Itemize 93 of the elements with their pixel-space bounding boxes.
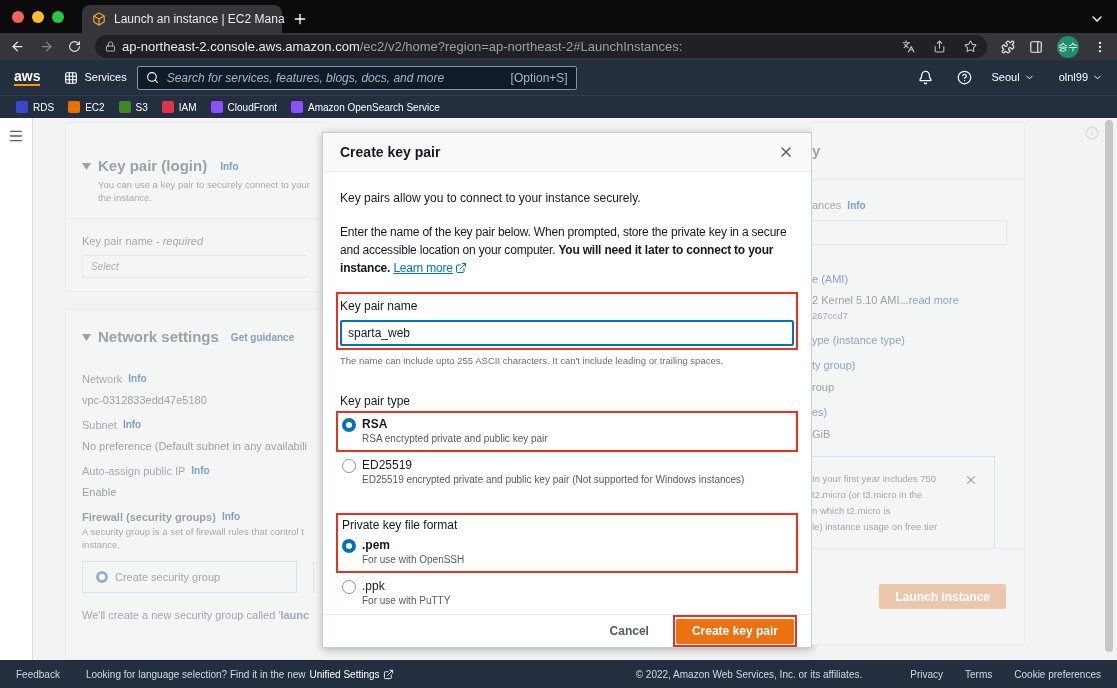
field-label: ances (812, 198, 842, 213)
field-label: Key pair name - required (82, 233, 204, 249)
search-icon (145, 71, 159, 84)
services-button[interactable]: Services (64, 69, 127, 86)
extensions-icon[interactable] (1001, 39, 1015, 54)
feedback-link[interactable]: Feedback (16, 666, 60, 682)
grid-icon (64, 70, 79, 85)
summary-value: 2 Kernel 5.10 AMI... (812, 293, 909, 308)
option-label: ED25519 (362, 457, 414, 473)
instances-input[interactable] (812, 219, 1007, 245)
field-label: Auto-assign public IP (82, 463, 186, 479)
side-panel-icon[interactable] (1029, 39, 1043, 54)
summary-value: GiB (812, 426, 831, 442)
external-link-icon (454, 262, 467, 275)
favorite-link[interactable]: EC2 (68, 99, 105, 115)
alert-text: t2.micro (or t3.micro in the (812, 488, 923, 503)
summary-value: 267ccd7 (812, 308, 848, 323)
option-label: .ppk (362, 578, 386, 594)
account-menu[interactable]: olnl99 (1058, 69, 1103, 86)
dialog-title: Create key pair (340, 142, 442, 162)
back-icon[interactable] (10, 39, 25, 54)
option-description: For use with PuTTY (362, 593, 451, 608)
section-title: Key pair (login) (98, 156, 208, 176)
option-description: RSA encrypted private and public key pair (362, 431, 548, 446)
intro-text: Key pairs allow you to connect to your instance securely. (340, 190, 642, 208)
field-value: vpc-0312833edd47e5180 (82, 393, 207, 408)
favorite-link[interactable]: IAM (161, 99, 197, 115)
learn-more-link[interactable]: Learn more (393, 259, 467, 278)
shortcut-hint: [Option+S] (510, 69, 568, 87)
radio-button[interactable] (342, 458, 356, 473)
address-bar[interactable]: ap-northeast-2.console.aws.amazon.com/ec2/v2/home?region=ap-northeast-2#LaunchInstances: (95, 35, 987, 58)
reload-icon[interactable] (68, 40, 81, 53)
favorite-link[interactable]: Amazon OpenSearch Service (291, 99, 440, 115)
url-text: ap-northeast-2.console.aws.amazon.com/ec2/v2/home?region=ap-northeast-2#LaunchInstances: (122, 37, 683, 56)
scrollbar-thumb[interactable] (1105, 120, 1113, 652)
option-label: .pem (362, 537, 391, 553)
section-description: the instance. (98, 190, 152, 204)
close-window-icon[interactable] (12, 10, 24, 23)
field-hint: The name can include upto 255 ASCII characters. It can't include leading or trailing spaces. (340, 354, 725, 369)
radio-button[interactable] (96, 571, 108, 583)
minimize-window-icon[interactable] (32, 10, 44, 23)
field-label: Network (82, 371, 123, 387)
bookmark-star-icon[interactable] (964, 40, 977, 53)
radio-button[interactable] (342, 538, 356, 553)
region-menu[interactable]: Seoul (991, 69, 1035, 86)
lock-icon (105, 41, 116, 52)
favorite-link[interactable]: CloudFront (210, 99, 278, 115)
section-description: You can use a key pair to securely connect to your (98, 177, 310, 191)
external-link-icon (382, 668, 394, 680)
field-label: Key pair type (340, 392, 412, 410)
field-label: Key pair name (340, 298, 419, 316)
option-description: ED25519 encrypted private and public key pair (Not supported for Windows instances) (362, 472, 745, 487)
notifications-icon[interactable] (917, 70, 933, 85)
box-icon (92, 12, 106, 26)
menu-icon[interactable] (8, 128, 24, 144)
field-note: We'll create a new security group called 'launc (82, 608, 310, 623)
instructions-text: Enter the name of the key pair below. When prompted, store the private key in a secure and accessible location on your computer. You will need it later to connect to your instance. Learn more (340, 224, 788, 278)
radio-button[interactable] (342, 417, 356, 432)
copyright-text: © 2022, Amazon Web Services, Inc. or its affiliates. (635, 667, 863, 682)
section-title: y (812, 140, 821, 161)
alert-text: le) instance usage on free tier (812, 520, 938, 535)
help-icon[interactable] (956, 70, 972, 85)
footer-link[interactable]: Cookie preferences (1014, 666, 1101, 682)
field-description: instance. (82, 538, 121, 551)
profile-avatar[interactable]: 승수 (1057, 35, 1079, 58)
alert-text: n which t2.micro is (812, 504, 891, 519)
aws-logo[interactable]: aws (14, 69, 41, 86)
favorite-link[interactable]: RDS (16, 99, 55, 115)
search-field[interactable]: Search for services, features, blogs, docs, and more [Option+S] (136, 65, 577, 90)
maximize-window-icon[interactable] (52, 10, 64, 23)
option-description: For use with OpenSSH (362, 552, 465, 567)
summary-value: roup (812, 379, 835, 395)
field-value: No preference (Default subnet in any availabili (82, 439, 308, 454)
unified-settings-link[interactable]: Unified Settings (309, 666, 394, 682)
favorite-link[interactable]: S3 (118, 99, 148, 115)
field-label: Private key file format (342, 516, 459, 534)
alert-text: In your first year includes 750 (812, 472, 937, 487)
field-label: Firewall (security groups) (82, 509, 216, 525)
footer-link[interactable]: Privacy (910, 666, 944, 682)
translate-icon[interactable] (902, 40, 915, 53)
new-tab-icon[interactable] (292, 11, 308, 27)
key-pair-name-input[interactable]: sparta_web (340, 320, 794, 347)
footer-link[interactable]: Terms (965, 666, 993, 682)
language-note: Looking for language selection? Find it in the new (85, 667, 306, 682)
field-description: A security group is a set of firewall rules that control t (82, 525, 304, 538)
section-title: Network settings (98, 327, 219, 347)
field-label: Subnet (82, 417, 117, 433)
share-icon[interactable] (933, 40, 946, 53)
forward-icon[interactable] (39, 39, 54, 54)
option-label: RSA (362, 416, 389, 432)
cancel-button[interactable]: Cancel (603, 621, 655, 640)
radio-button[interactable] (342, 579, 356, 594)
field-value: Enable (82, 485, 117, 500)
